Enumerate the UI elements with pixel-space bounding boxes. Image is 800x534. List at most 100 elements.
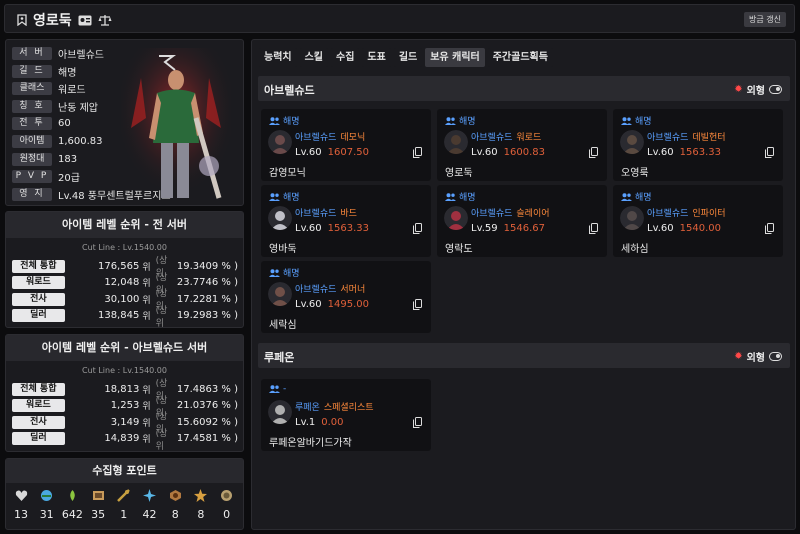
rank-row: 전사 30,100 위 (상위 17.2281 % ) [12, 289, 238, 312]
tab-item[interactable]: 보유 캐릭터 [425, 48, 485, 67]
app-root: 영로둑 방금 갱신 서 버 아브렐슈드 길 드 해명 클래스 워로드 칭 호 난동 제압 전 투… [0, 0, 800, 534]
rank-percent: 21.0376 % ) [176, 400, 238, 411]
users-icon [621, 116, 632, 125]
scale-icon[interactable] [98, 14, 112, 26]
card-class: 스페셜리스트 [323, 403, 374, 413]
character-avatar [121, 48, 231, 203]
character-card[interactable]: 해명 아브렐슈드 인파이터 Lv.60 1540.00 세하심 [613, 185, 783, 257]
collect-item[interactable]: 1 [113, 489, 135, 521]
character-portrait [620, 130, 644, 154]
tab-item[interactable]: 수집 [331, 48, 360, 67]
class-line: 아브렐슈드 서머너 [295, 282, 365, 295]
collect-item[interactable]: 0 [216, 489, 238, 521]
character-card[interactable]: 해명 아브렐슈드 서머너 Lv.60 1495.00 세락심 [261, 261, 431, 333]
giant-heart-icon [15, 490, 27, 501]
card-server: 아브렐슈드 [647, 133, 689, 143]
rank-label: 전사 [12, 292, 65, 306]
rank-percent: 17.4581 % ) [176, 433, 238, 444]
rank-label: 전사 [12, 415, 65, 429]
copy-icon[interactable] [589, 147, 598, 158]
collect-count: 8 [197, 508, 205, 521]
rank-row: 워로드 1,253 위 (상위 21.0376 % ) [12, 396, 238, 419]
collect-item[interactable]: 642 [61, 489, 83, 521]
copy-icon[interactable] [765, 223, 774, 234]
character-card[interactable]: 해명 아브렐슈드 바드 Lv.60 1563.33 영바둑 [261, 185, 431, 257]
card-server: 아브렐슈드 [647, 209, 689, 219]
character-name: 영로둑 [33, 13, 72, 29]
profile-value: 20급 [58, 173, 80, 185]
tab-item[interactable]: 도표 [362, 48, 391, 67]
rank-unit: 위 [142, 262, 151, 273]
rank-unit: 위 [142, 385, 151, 396]
toggle-icon[interactable] [769, 85, 782, 94]
users-icon [269, 268, 280, 277]
collect-item[interactable]: 8 [190, 489, 212, 521]
copy-icon[interactable] [413, 223, 422, 234]
guild-row: 해명 [445, 190, 476, 203]
character-card[interactable]: 해명 아브렐슈드 워로드 Lv.60 1600.83 영로둑 [437, 109, 607, 181]
users-icon [445, 116, 456, 125]
rank-number: 14,839 [104, 433, 140, 444]
copy-icon[interactable] [413, 417, 422, 428]
users-icon [621, 192, 632, 201]
profile-label: 아이템 [12, 135, 52, 148]
character-card[interactable]: 해명 아브렐슈드 슬레이어 Lv.59 1546.67 영락도 [437, 185, 607, 257]
collect-item[interactable]: 31 [36, 489, 58, 521]
card-nickname: 오영룩 [621, 168, 649, 179]
card-class: 데빌헌터 [692, 133, 726, 143]
mokoko-seed-icon [70, 490, 75, 501]
id-card-icon[interactable] [78, 15, 92, 26]
collect-title: 수집형 포인트 [6, 459, 243, 483]
character-title: 영로둑 [17, 10, 112, 30]
collect-item[interactable]: 35 [87, 489, 109, 521]
card-level: Lv.60 [471, 147, 498, 158]
card-server: 아브렐슈드 [295, 133, 337, 143]
tab-item[interactable]: 주간골드획득 [487, 48, 553, 67]
profile-value: 해명 [58, 67, 77, 79]
rank-percent: 17.4863 % ) [176, 383, 238, 395]
rank-label: 워로드 [12, 399, 65, 412]
tab-item[interactable]: 길드 [393, 48, 423, 67]
profile-row: 전 투 60 [12, 116, 71, 131]
copy-icon[interactable] [413, 147, 422, 158]
server-header: 루페온 ✹ 외형 [258, 343, 790, 368]
collect-item[interactable]: 13 [10, 489, 32, 521]
tab-item[interactable]: 능력치 [259, 48, 297, 67]
bookmark-icon[interactable] [17, 14, 27, 26]
sun-icon: ✹ [734, 84, 743, 95]
card-nickname: 영락도 [445, 244, 473, 255]
profile-row: 클래스 워로드 [12, 81, 86, 96]
rank-row: 딜러 14,839 위 (상위 17.4581 % ) [12, 429, 238, 452]
character-card[interactable]: - 루페온 스페셜리스트 Lv.1 0.00 루페온알바기드가작 [261, 379, 431, 451]
refresh-button[interactable]: 방금 갱신 [744, 12, 786, 27]
level-line: Lv.60 1600.83 [471, 147, 545, 158]
toggle-icon[interactable] [769, 352, 782, 361]
rank-server: 아이템 레벨 순위 - 아브렐슈드 서버 Cut Line : Lv.1540.… [5, 334, 244, 452]
collect-item[interactable]: 42 [139, 489, 161, 521]
collect-item[interactable]: 8 [164, 489, 186, 521]
card-class: 데모닉 [340, 133, 366, 143]
rank-row: 전체 통합 18,813 위 (상위 17.4863 % ) [12, 379, 238, 402]
class-line: 아브렐슈드 데모닉 [295, 130, 365, 143]
rank-label: 워로드 [12, 276, 65, 289]
card-server: 아브렐슈드 [471, 133, 513, 143]
copy-icon[interactable] [413, 299, 422, 310]
card-item-level: 1563.33 [327, 223, 369, 234]
guild-name: 해명 [459, 117, 476, 127]
art-painting-icon [92, 491, 104, 500]
profile-label: 전 투 [12, 117, 52, 131]
card-item-level: 1495.00 [327, 299, 369, 310]
tab-item[interactable]: 스킬 [299, 48, 329, 67]
copy-icon[interactable] [765, 147, 774, 158]
copy-icon[interactable] [589, 223, 598, 234]
character-card[interactable]: 해명 아브렐슈드 데모닉 Lv.60 1607.50 감영모닉 [261, 109, 431, 181]
card-server: 아브렐슈드 [471, 209, 513, 219]
rank-unit: 위 [142, 312, 151, 322]
appearance-toggle[interactable]: ✹ 외형 [734, 349, 782, 364]
character-card[interactable]: 해명 아브렐슈드 데빌헌터 Lv.60 1563.33 오영룩 [613, 109, 783, 181]
collect-count: 35 [91, 508, 106, 521]
profile-row: P V P 20급 [12, 169, 80, 184]
appearance-toggle[interactable]: ✹ 외형 [734, 82, 782, 97]
collect-count: 0 [223, 508, 231, 521]
character-portrait [268, 206, 292, 230]
